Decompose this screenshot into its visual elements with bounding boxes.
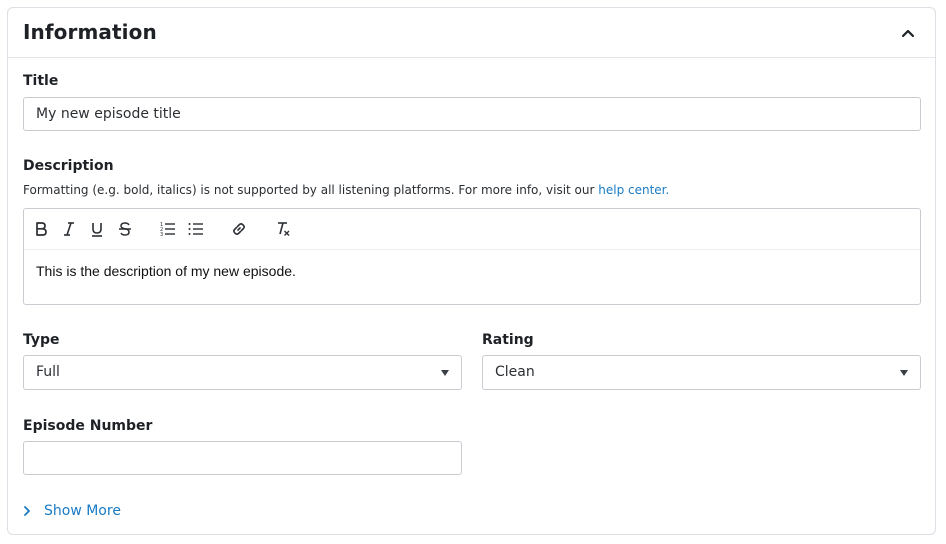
underline-icon [92,223,102,237]
link-button[interactable] [229,218,249,240]
svg-text:3: 3 [160,232,163,237]
rating-label: Rating [482,332,534,348]
underline-button[interactable] [87,218,107,240]
clear-format-button[interactable] [273,218,293,240]
description-label: Description [23,158,114,174]
strikethrough-icon [119,222,131,236]
help-center-link[interactable]: help center. [598,183,669,197]
caret-down-icon [900,370,908,376]
description-text[interactable]: This is the description of my new episod… [36,263,296,279]
title-input[interactable] [23,97,921,131]
description-editor[interactable]: 1 2 3 This is the description of my new … [23,208,921,305]
chevron-up-icon [901,29,915,38]
panel-header[interactable]: Information [8,8,935,58]
editor-toolbar: 1 2 3 [24,209,920,250]
section-title: Information [23,20,157,44]
hint-text: Formatting (e.g. bold, italics) is not s… [23,183,599,197]
collapse-button[interactable] [897,22,919,44]
show-more-label: Show More [44,503,121,519]
italic-button[interactable] [59,218,79,240]
episode-number-input[interactable] [23,441,462,475]
bold-icon [36,222,47,236]
ordered-list-icon: 1 2 3 [160,222,175,237]
bold-button[interactable] [31,218,51,240]
information-panel: Information Title Description Formatting… [7,7,936,535]
strikethrough-button[interactable] [115,218,135,240]
episode-number-label: Episode Number [23,418,153,434]
caret-down-icon [441,370,449,376]
bullet-list-button[interactable] [186,218,206,240]
description-hint: Formatting (e.g. bold, italics) is not s… [23,183,669,197]
title-label: Title [23,73,59,89]
rating-select-value: Clean [495,364,535,380]
ordered-list-button[interactable]: 1 2 3 [158,218,178,240]
italic-icon [64,222,74,236]
bullet-list-icon [188,223,203,235]
type-select-value: Full [36,364,60,380]
chevron-right-icon [24,506,30,516]
type-label: Type [23,332,60,348]
clear-format-icon [278,222,290,236]
show-more-button[interactable]: Show More [23,501,121,521]
rating-select[interactable]: Clean [482,355,921,390]
type-select[interactable]: Full [23,355,462,390]
link-icon [233,223,245,235]
